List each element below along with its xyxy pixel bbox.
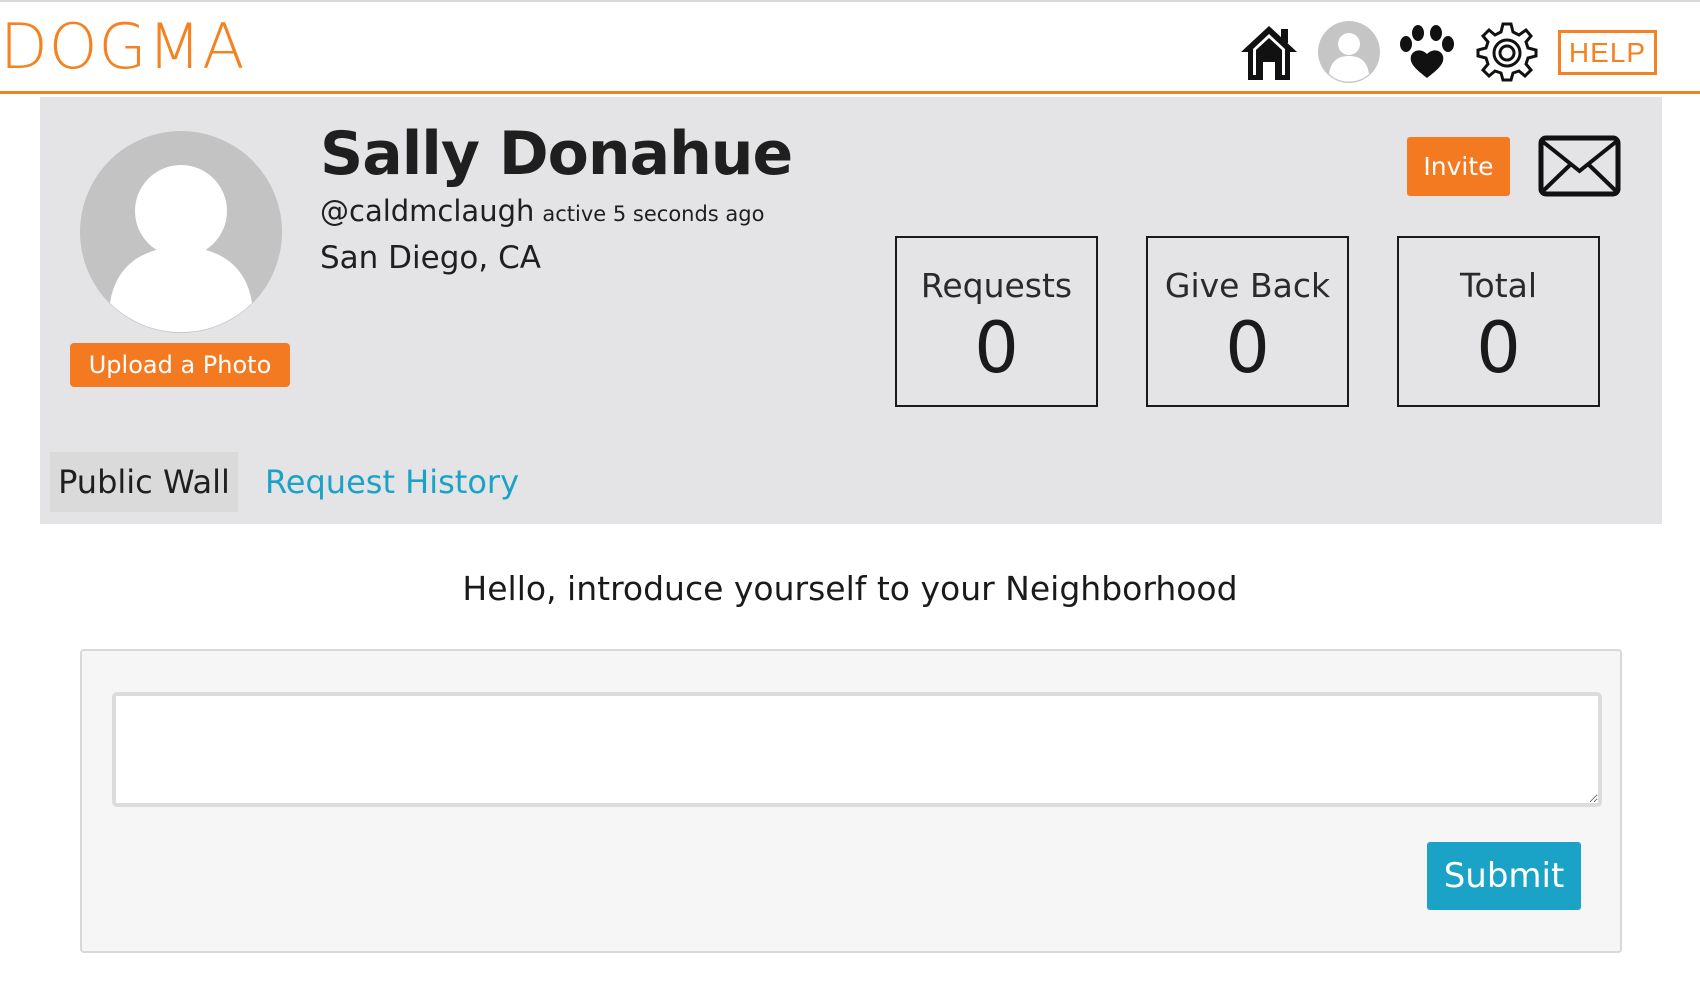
- help-button[interactable]: HELP: [1558, 30, 1657, 75]
- profile-location: San Diego, CA: [320, 240, 541, 276]
- stat-label: Requests: [920, 266, 1073, 305]
- stat-total: Total 0: [1397, 236, 1600, 407]
- mail-icon[interactable]: [1538, 135, 1621, 197]
- avatar: [80, 131, 282, 333]
- profile-handle: @caldmclaugh: [320, 194, 535, 228]
- profile-header: Upload a Photo Sally Donahue @caldmclaug…: [40, 97, 1662, 524]
- submit-button[interactable]: Submit: [1427, 842, 1581, 910]
- stat-label: Give Back: [1164, 266, 1331, 305]
- handle-line: @caldmclaugh active 5 seconds ago: [320, 191, 764, 236]
- logo[interactable]: DOGMA: [0, 12, 246, 82]
- stat-requests: Requests 0: [895, 236, 1098, 407]
- post-card: Submit: [80, 649, 1622, 953]
- invite-button[interactable]: Invite: [1407, 137, 1510, 196]
- post-textarea[interactable]: [112, 692, 1602, 807]
- tab-request-history[interactable]: Request History: [265, 452, 519, 512]
- top-navbar: DOGMA HELP: [0, 2, 1700, 94]
- stat-value: 0: [1476, 307, 1521, 389]
- profile-name: Sally Donahue: [320, 119, 793, 189]
- stat-give-back: Give Back 0: [1146, 236, 1349, 407]
- upload-photo-button[interactable]: Upload a Photo: [70, 343, 290, 387]
- activity-status: active 5 seconds ago: [542, 202, 765, 226]
- profile-icon[interactable]: [1317, 20, 1381, 84]
- home-icon[interactable]: [1237, 20, 1301, 84]
- tab-public-wall[interactable]: Public Wall: [50, 452, 238, 512]
- paw-icon[interactable]: [1395, 20, 1459, 84]
- wall-intro-text: Hello, introduce yourself to your Neighb…: [462, 569, 1238, 608]
- gear-icon[interactable]: [1475, 20, 1539, 84]
- stat-label: Total: [1459, 266, 1538, 305]
- stat-value: 0: [974, 307, 1019, 389]
- stat-value: 0: [1225, 307, 1270, 389]
